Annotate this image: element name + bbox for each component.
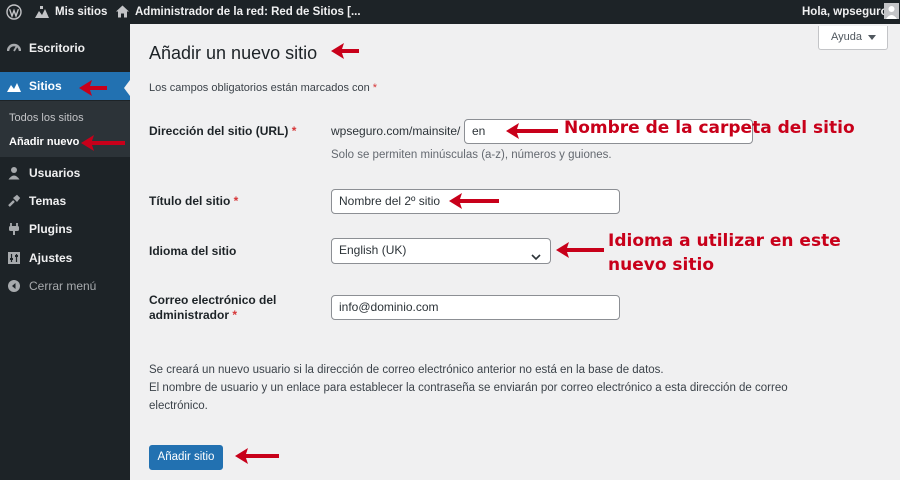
menu-item-themes[interactable]: Temas: [0, 187, 130, 215]
annotation-arrow-site-title: [449, 193, 499, 209]
annotation-arrow-sites: [79, 80, 107, 96]
annotation-arrow-language: [556, 242, 604, 258]
sites-icon: [7, 79, 21, 93]
menu-item-plugins[interactable]: Plugins: [0, 215, 130, 243]
annotation-arrow-add-new: [81, 135, 125, 151]
annotation-language: Idioma a utilizar en este nuevo sitio: [608, 231, 841, 275]
collapse-icon: [7, 279, 21, 293]
wordpress-logo-icon[interactable]: [6, 4, 22, 23]
network-admin-link[interactable]: Administrador de la red: Red de Sitios […: [135, 0, 361, 24]
admin-bar: Mis sitios Administrador de la red: Red …: [0, 0, 900, 24]
home-icon[interactable]: [115, 4, 130, 22]
collapse-menu-button[interactable]: Cerrar menú: [0, 272, 130, 300]
admin-email-input[interactable]: info@dominio.com: [331, 295, 620, 320]
site-title-label: Título del sitio *: [149, 194, 239, 208]
annotation-arrow-url: [506, 123, 558, 139]
plugins-icon: [7, 222, 21, 236]
menu-item-sites[interactable]: Sitios: [0, 72, 130, 100]
help-tab-label: Ayuda: [831, 31, 862, 43]
submenu-item-add-new[interactable]: Añadir nuevo: [9, 135, 79, 149]
site-language-value: English (UK): [339, 243, 407, 257]
avatar[interactable]: [884, 3, 899, 22]
site-language-select[interactable]: English (UK): [331, 238, 551, 264]
annotation-folder-name: Nombre de la carpeta del sitio: [564, 118, 855, 138]
page-title: Añadir un nuevo sitio: [149, 43, 318, 63]
required-fields-note: Los campos obligatorios están marcados c…: [149, 82, 378, 94]
admin-sidebar: Escritorio Sitios Todos los sitios Añadi…: [0, 24, 130, 480]
my-sites-icon[interactable]: [34, 4, 50, 23]
menu-item-settings[interactable]: Ajustes: [0, 244, 130, 272]
users-icon: [7, 166, 21, 180]
site-url-hint: Solo se permiten minúsculas (a-z), númer…: [331, 149, 612, 161]
site-url-prefix: wpseguro.com/mainsite/: [331, 124, 461, 138]
site-language-label: Idioma del sitio: [149, 244, 237, 258]
account-greeting[interactable]: Hola, wpseguro: [802, 0, 888, 24]
my-sites-link[interactable]: Mis sitios: [55, 0, 107, 24]
main-content: Ayuda Añadir un nuevo sitio Los campos o…: [130, 24, 900, 480]
caret-down-icon: [868, 35, 876, 40]
annotation-arrow-title: [331, 43, 359, 59]
chevron-down-icon: [531, 246, 541, 263]
submenu-item-all-sites[interactable]: Todos los sitios: [9, 111, 84, 125]
admin-email-label: Correo electrónico del administrador *: [149, 293, 277, 322]
site-url-label: Dirección del sitio (URL) *: [149, 124, 297, 138]
help-tab-button[interactable]: Ayuda: [818, 26, 888, 50]
settings-icon: [7, 251, 21, 265]
menu-item-dashboard[interactable]: Escritorio: [0, 34, 130, 62]
annotation-arrow-submit: [235, 448, 279, 464]
themes-icon: [7, 194, 21, 208]
dashboard-icon: [6, 41, 22, 55]
new-user-note: Se creará un nuevo usuario si la direcci…: [149, 364, 788, 412]
add-site-button[interactable]: Añadir sitio: [149, 445, 223, 470]
menu-item-users[interactable]: Usuarios: [0, 159, 130, 187]
